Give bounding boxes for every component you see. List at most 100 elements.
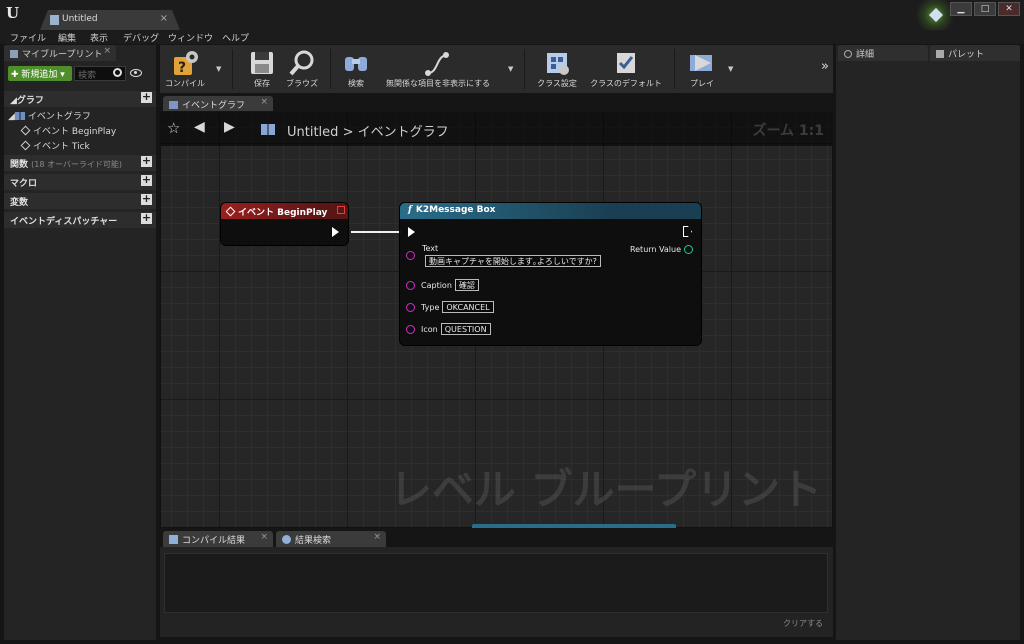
play-button[interactable]: プレイ	[682, 45, 722, 93]
add-variable-button[interactable]: +	[141, 193, 152, 205]
add-new-label: 新規追加	[21, 70, 58, 80]
tab-label: 詳細	[856, 50, 875, 60]
close-icon[interactable]: ×	[373, 532, 381, 542]
pin-icon[interactable]	[406, 251, 415, 260]
pin-icon[interactable]	[406, 281, 415, 290]
breadcrumb-root[interactable]: Untitled	[287, 125, 338, 140]
add-dispatcher-button[interactable]: +	[141, 212, 152, 224]
exec-wire	[351, 231, 401, 233]
section-event-dispatchers[interactable]: イベントディスパッチャー +	[4, 212, 156, 228]
play-icon	[690, 55, 712, 71]
tree-item-event-graph[interactable]: ◢ イベントグラフ	[8, 109, 91, 122]
graph-canvas[interactable]: ☆ ◀ ▶ Untitled > イベントグラフ ズーム 1:1 レベル ブルー…	[160, 112, 833, 528]
pin-icon[interactable]	[406, 303, 415, 312]
eye-icon[interactable]	[130, 69, 142, 77]
play-label: プレイ	[690, 79, 714, 88]
tab-my-blueprint[interactable]: マイブループリント ×	[4, 45, 116, 61]
chevron-down-icon[interactable]: ▼	[508, 65, 513, 73]
menu-edit[interactable]: 編集	[58, 31, 76, 44]
menu-window[interactable]: ウィンドウ	[168, 31, 213, 44]
text-value-field[interactable]: 動画キャプチャを開始します｡よろしいですか?	[425, 255, 601, 267]
icon-value-field[interactable]: QUESTION	[440, 323, 491, 335]
minimize-button[interactable]: ▁	[950, 2, 972, 16]
tab-palette[interactable]: パレット	[930, 45, 1020, 61]
clear-button[interactable]: クリアする	[783, 618, 823, 629]
add-new-button[interactable]: ✚ 新規追加 ▾	[8, 66, 72, 81]
tree-item-tick[interactable]: イベント Tick	[20, 139, 90, 152]
class-defaults-button[interactable]: クラスのデフォルト	[586, 45, 666, 93]
compile-button[interactable]: ? コンパイル	[162, 45, 208, 93]
pin-icon[interactable]	[684, 245, 693, 254]
close-icon[interactable]: ×	[260, 97, 268, 107]
tab-label: 結果検索	[295, 536, 332, 546]
menu-help[interactable]: ヘルプ	[222, 31, 249, 44]
section-macros[interactable]: マクロ +	[4, 174, 156, 190]
breadcrumb-leaf[interactable]: イベントグラフ	[358, 125, 449, 140]
tree-item-begin-play[interactable]: イベント BeginPlay	[20, 124, 116, 137]
document-tab-label: Untitled	[62, 14, 98, 24]
tab-event-graph[interactable]: イベントグラフ ×	[163, 96, 273, 111]
search-icon[interactable]	[113, 68, 122, 77]
pin-return-value[interactable]: Return Value	[630, 245, 693, 254]
message-box-node[interactable]: f K2Message Box Text 動画キャプチャを開始します｡よろしいです…	[400, 203, 701, 345]
pin-type[interactable]: Type OKCANCEL	[406, 301, 494, 313]
exec-then-pin[interactable]	[683, 226, 692, 237]
pin-caption[interactable]: Caption 確認	[406, 279, 479, 291]
save-icon	[251, 52, 273, 74]
class-settings-button[interactable]: クラス設定	[534, 45, 580, 93]
tab-label: イベントグラフ	[182, 101, 246, 111]
search-button[interactable]: 検索	[338, 45, 374, 93]
section-label: グラフ	[16, 96, 44, 106]
tab-compile-results[interactable]: コンパイル結果 ×	[163, 531, 273, 547]
section-variables[interactable]: 変数 +	[4, 193, 156, 209]
type-value-field[interactable]: OKCANCEL	[442, 301, 494, 313]
right-panel: 詳細 パレット	[836, 45, 1020, 640]
pin-text[interactable]: Text 動画キャプチャを開始します｡よろしいですか?	[406, 244, 601, 267]
pin-icon[interactable]	[406, 325, 415, 334]
graph-watermark: レベル ブループリント	[389, 465, 822, 514]
menu-view[interactable]: 表示	[90, 31, 108, 44]
pin-icon-param[interactable]: Icon QUESTION	[406, 323, 491, 335]
section-label: マクロ	[10, 179, 38, 189]
hide-unrelated-button[interactable]: 無関係な項目を非表示にする	[378, 45, 498, 93]
event-begin-play-node[interactable]: イベント BeginPlay	[221, 203, 348, 245]
back-arrow-icon[interactable]: ◀	[194, 119, 205, 135]
graph-icon	[261, 124, 275, 135]
close-icon[interactable]: ×	[103, 46, 111, 56]
class-defaults-icon	[617, 53, 635, 73]
delegate-pin-icon[interactable]	[337, 206, 345, 214]
tree-label: イベント Tick	[33, 142, 90, 152]
maximize-button[interactable]: □	[974, 2, 996, 16]
save-button[interactable]: 保存	[244, 45, 280, 93]
add-macro-button[interactable]: +	[141, 174, 152, 186]
tab-find-results[interactable]: 結果検索 ×	[276, 531, 386, 547]
add-function-button[interactable]: +	[141, 155, 152, 167]
menu-debug[interactable]: デバッグ	[123, 31, 159, 44]
chevron-down-icon[interactable]: ▼	[216, 65, 221, 73]
close-icon[interactable]: ×	[160, 13, 168, 24]
chevron-down-icon[interactable]: ▼	[728, 65, 733, 73]
tab-details[interactable]: 詳細	[838, 45, 928, 61]
blueprint-icon	[10, 50, 18, 58]
document-tab-untitled[interactable]: Untitled ×	[40, 10, 180, 30]
pin-label: Icon	[421, 325, 438, 334]
exec-in-pin[interactable]	[408, 227, 415, 237]
event-icon	[20, 125, 31, 136]
add-graph-button[interactable]: +	[141, 91, 152, 103]
caption-value-field[interactable]: 確認	[454, 279, 479, 291]
tab-label: マイブループリント	[22, 50, 103, 60]
forward-arrow-icon[interactable]: ▶	[224, 119, 235, 135]
browse-button[interactable]: ブラウズ	[282, 45, 322, 93]
section-graphs[interactable]: ◢グラフ +	[4, 91, 156, 107]
menu-file[interactable]: ファイル	[10, 31, 46, 44]
more-icon[interactable]: »	[821, 59, 829, 74]
exec-out-pin[interactable]	[332, 227, 339, 237]
results-log[interactable]	[164, 553, 828, 613]
close-window-button[interactable]: ✕	[998, 2, 1020, 16]
section-functions[interactable]: 関数 (18 オーバーライド可能) +	[4, 155, 156, 171]
pin-label: Return Value	[629, 245, 681, 254]
close-icon[interactable]: ×	[260, 532, 268, 542]
section-label: 関数	[10, 160, 29, 170]
section-label: 変数	[10, 198, 29, 208]
star-icon[interactable]: ☆	[167, 119, 180, 137]
